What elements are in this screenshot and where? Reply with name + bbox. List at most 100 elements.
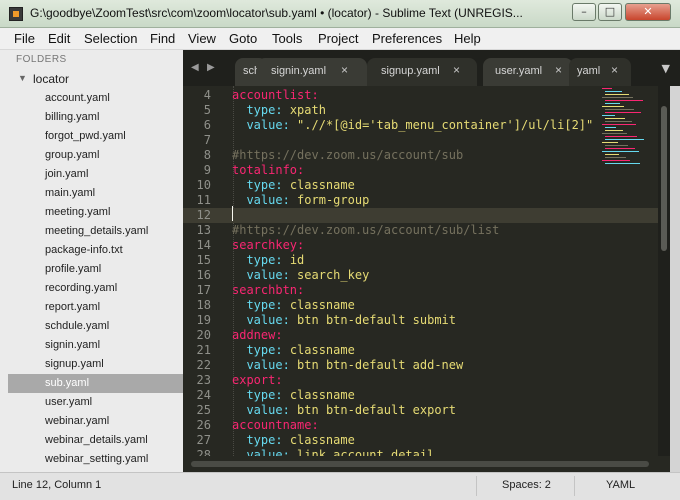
close-button[interactable]: ✕ <box>625 3 671 21</box>
code-line[interactable]: 12 <box>183 208 658 223</box>
menu-help[interactable]: Help <box>454 31 481 46</box>
code-line[interactable]: 18 type: classname <box>183 298 658 313</box>
close-tab-icon[interactable]: × <box>453 63 460 77</box>
code-line[interactable]: 22 value: btn btn-default add-new <box>183 358 658 373</box>
code-line[interactable]: 21 type: classname <box>183 343 658 358</box>
minimap[interactable] <box>600 86 658 166</box>
line-number: 10 <box>196 178 211 192</box>
code-token: classname <box>289 343 355 357</box>
menu-file[interactable]: File <box>14 31 35 46</box>
code-line[interactable]: 19 value: btn btn-default submit <box>183 313 658 328</box>
line-number: 12 <box>196 208 211 222</box>
code-line[interactable]: 28 value: link account detail <box>183 448 658 456</box>
syntax-selector[interactable]: YAML <box>606 479 635 491</box>
menu-project[interactable]: Project <box>318 31 358 46</box>
tab-dropdown-icon[interactable]: ▼ <box>662 62 670 75</box>
tab-next-icon[interactable]: ▶ <box>207 62 215 73</box>
code-line[interactable]: 5 type: xpath <box>183 103 658 118</box>
minimap-line <box>605 163 640 164</box>
minimap-line <box>602 124 636 125</box>
code-line[interactable]: 20 addnew: <box>183 328 658 343</box>
close-tab-icon[interactable]: × <box>555 63 562 77</box>
vertical-scrollbar[interactable] <box>658 86 670 456</box>
menu-view[interactable]: View <box>188 31 216 46</box>
file-item[interactable]: user.yaml <box>8 393 183 412</box>
file-item[interactable]: group.yaml <box>8 146 183 165</box>
code-line[interactable]: 7 <box>183 133 658 148</box>
file-item[interactable]: account.yaml <box>8 89 183 108</box>
file-item[interactable]: package-info.txt <box>8 241 183 260</box>
menu-selection[interactable]: Selection <box>84 31 137 46</box>
code-line[interactable]: 8 #https://dev.zoom.us/account/sub <box>183 148 658 163</box>
menu-find[interactable]: Find <box>150 31 175 46</box>
code-token: totalinfo: <box>232 163 305 177</box>
code-line[interactable]: 23 export: <box>183 373 658 388</box>
code-line[interactable]: 6 value: ".//*[@id='tab_menu_container']… <box>183 118 658 133</box>
maximize-button[interactable]: □ <box>598 3 622 21</box>
folder-locator[interactable]: ▼ locator <box>8 70 183 89</box>
vertical-scroll-thumb[interactable] <box>661 106 667 251</box>
minimap-line <box>605 109 634 110</box>
code-line[interactable]: 16 value: search_key <box>183 268 658 283</box>
code-line[interactable]: 11 value: form-group <box>183 193 658 208</box>
menu-edit[interactable]: Edit <box>48 31 70 46</box>
code-line[interactable]: 26 accountname: <box>183 418 658 433</box>
file-item[interactable]: webinar_setting.yaml <box>8 450 183 469</box>
minimap-line <box>605 121 632 122</box>
code-line[interactable]: 14 searchkey: <box>183 238 658 253</box>
file-item[interactable]: meeting_details.yaml <box>8 222 183 241</box>
code-line[interactable]: 10 type: classname <box>183 178 658 193</box>
minimize-button[interactable]: – <box>572 3 596 21</box>
file-item[interactable]: forgot_pwd.yaml <box>8 127 183 146</box>
tab-user[interactable]: user.yaml × <box>483 58 573 86</box>
code-line[interactable]: 25 value: btn btn-default export <box>183 403 658 418</box>
file-item[interactable]: signup.yaml <box>8 355 183 374</box>
tab-signin[interactable]: signin.yaml × <box>257 58 367 86</box>
code-editor[interactable]: 4 accountlist: 5 type: xpath 6 value: ".//*… <box>183 86 658 456</box>
code-line[interactable]: 13 #https://dev.zoom.us/account/sub/list <box>183 223 658 238</box>
file-item-selected[interactable]: sub.yaml <box>8 374 183 393</box>
code-token: type: <box>246 343 283 357</box>
code-line[interactable]: 9 totalinfo: <box>183 163 658 178</box>
close-tab-icon[interactable]: × <box>341 63 348 77</box>
file-item[interactable]: main.yaml <box>8 184 183 203</box>
tab-signup[interactable]: signup.yaml × <box>367 58 477 86</box>
code-line[interactable]: 4 accountlist: <box>183 88 658 103</box>
code-token: value: <box>246 268 290 282</box>
file-item[interactable]: join.yaml <box>8 165 183 184</box>
code-line[interactable]: 17 searchbtn: <box>183 283 658 298</box>
indentation-setting[interactable]: Spaces: 2 <box>502 479 551 491</box>
file-item[interactable]: report.yaml <box>8 298 183 317</box>
close-tab-icon[interactable]: × <box>611 63 618 77</box>
code-line[interactable]: 24 type: classname <box>183 388 658 403</box>
tab-sub[interactable]: yaml × <box>569 58 631 86</box>
line-code: accountname: <box>232 418 319 432</box>
code-line[interactable]: 27 type: classname <box>183 433 658 448</box>
code-token: btn btn-default export <box>297 403 456 417</box>
menu-tools[interactable]: Tools <box>272 31 302 46</box>
file-item[interactable]: webinar_details.yaml <box>8 431 183 450</box>
menu-goto[interactable]: Goto <box>229 31 257 46</box>
file-item[interactable]: webinar.yaml <box>8 412 183 431</box>
line-code: value: btn btn-default submit <box>232 313 456 327</box>
file-item[interactable]: recording.yaml <box>8 279 183 298</box>
folders-header: FOLDERS <box>16 54 67 65</box>
file-item[interactable]: meeting.yaml <box>8 203 183 222</box>
file-item[interactable]: signin.yaml <box>8 336 183 355</box>
file-item[interactable]: profile.yaml <box>8 260 183 279</box>
menu-preferences[interactable]: Preferences <box>372 31 442 46</box>
code-token: form-group <box>297 193 370 207</box>
code-line[interactable]: 15 type: id <box>183 253 658 268</box>
menu-bar: File Edit Selection Find View Goto Tools… <box>0 28 680 50</box>
horizontal-scroll-thumb[interactable] <box>191 461 649 467</box>
folder-expanded-icon: ▼ <box>18 73 27 83</box>
line-number: 27 <box>196 433 211 447</box>
file-item[interactable]: schdule.yaml <box>8 317 183 336</box>
code-token: searchbtn: <box>232 283 305 297</box>
horizontal-scrollbar[interactable] <box>183 456 670 472</box>
tab-prev-icon[interactable]: ◀ <box>191 62 199 73</box>
file-item[interactable]: billing.yaml <box>8 108 183 127</box>
